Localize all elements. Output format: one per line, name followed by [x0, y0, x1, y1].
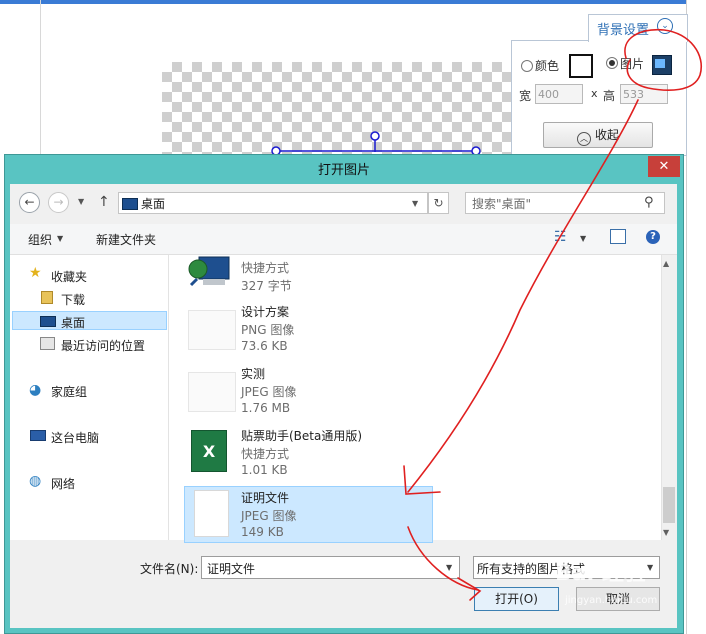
annotation-circle: [624, 28, 703, 91]
annotation-arrow-head-2: [457, 577, 482, 601]
annotation-arrow-line: [407, 99, 639, 493]
annotation-overlay: [403, 28, 703, 601]
annotation-arrow-line-2: [407, 526, 479, 591]
